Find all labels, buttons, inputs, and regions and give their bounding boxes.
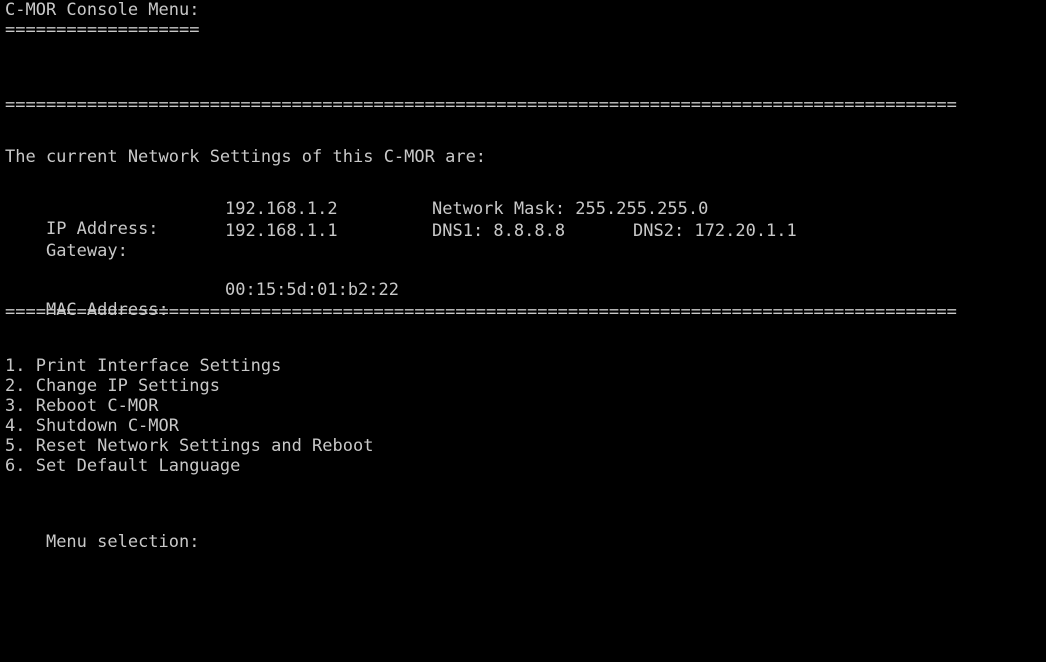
- menu-item-print-interface[interactable]: 1. Print Interface Settings: [5, 356, 281, 376]
- settings-heading: The current Network Settings of this C-M…: [5, 147, 487, 167]
- dns1-text: DNS1: 8.8.8.8: [432, 221, 566, 241]
- menu-item-reset-network[interactable]: 5. Reset Network Settings and Reboot: [5, 436, 373, 456]
- gateway-label: Gateway:: [45, 241, 128, 261]
- menu-prompt-row[interactable]: Menu selection:: [5, 512, 212, 552]
- gateway-value: 192.168.1.1: [225, 221, 338, 241]
- terminal-console[interactable]: C-MOR Console Menu: =================== …: [0, 0, 1046, 662]
- netmask-text: Network Mask: 255.255.255.0: [432, 199, 709, 219]
- title-underline: ===================: [5, 20, 200, 40]
- separator-top: ========================================…: [5, 95, 957, 115]
- menu-item-change-ip[interactable]: 2. Change IP Settings: [5, 376, 220, 396]
- menu-item-set-language[interactable]: 6. Set Default Language: [5, 456, 240, 476]
- ip-value: 192.168.1.2: [225, 199, 338, 219]
- dns2-text: DNS2: 172.20.1.1: [633, 221, 797, 241]
- gateway-row: Gateway: 192.168.1.1 DNS1: 8.8.8.8 DNS2:…: [5, 221, 1005, 261]
- menu-item-shutdown[interactable]: 4. Shutdown C-MOR: [5, 416, 179, 436]
- menu-prompt: Menu selection:: [45, 532, 200, 552]
- mac-value: 00:15:5d:01:b2:22: [225, 280, 399, 300]
- ip-row: IP Address: 192.168.1.2 Network Mask: 25…: [5, 199, 1005, 239]
- menu-item-reboot[interactable]: 3. Reboot C-MOR: [5, 396, 159, 416]
- separator-bottom: ========================================…: [5, 302, 957, 322]
- mac-row: MAC Address: 00:15:5d:01:b2:22: [5, 280, 1005, 320]
- console-title: C-MOR Console Menu:: [5, 0, 200, 20]
